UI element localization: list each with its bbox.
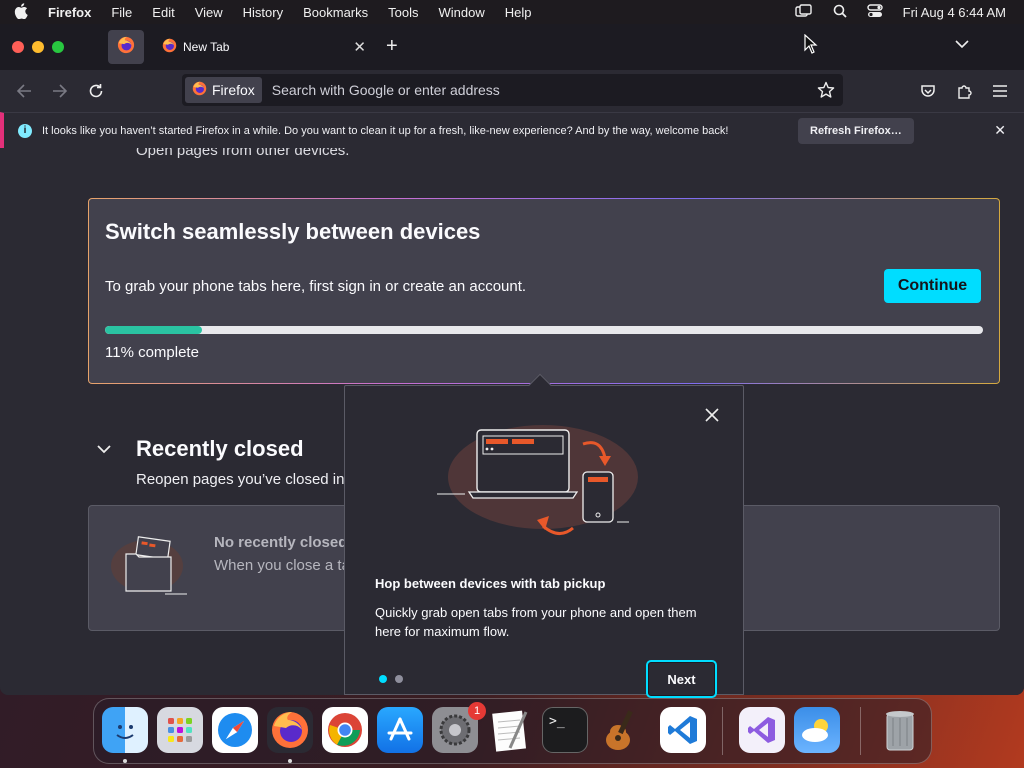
callout-title: Hop between devices with tab pickup (375, 576, 606, 591)
sync-card-body: To grab your phone tabs here, first sign… (105, 278, 527, 295)
close-tab-icon[interactable]: ✕ (353, 38, 366, 56)
close-notification-icon[interactable]: ✕ (994, 122, 1006, 139)
refresh-notification-bar: i It looks like you haven’t started Fire… (0, 112, 1024, 148)
tab-strip: New Tab ✕ + (0, 24, 1024, 70)
visual-studio-icon[interactable] (739, 707, 785, 753)
sync-card-title: Switch seamlessly between devices (105, 219, 481, 244)
reload-icon[interactable] (85, 80, 107, 102)
control-center-icon[interactable] (866, 3, 883, 21)
close-callout-icon[interactable] (705, 408, 719, 427)
menu-tools[interactable]: Tools (388, 5, 418, 20)
zoom-window-button[interactable] (52, 41, 64, 53)
garageband-icon[interactable] (597, 707, 643, 753)
info-icon: i (18, 123, 32, 138)
empty-state-body: When you close a tab, you can fetch it f… (214, 557, 346, 574)
identity-box[interactable]: Firefox (185, 77, 262, 103)
continue-button[interactable]: Continue (884, 269, 981, 303)
safari-icon[interactable] (212, 707, 258, 753)
menubar-clock[interactable]: Fri Aug 4 6:44 AM (903, 5, 1006, 20)
menu-bookmarks[interactable]: Bookmarks (303, 5, 368, 20)
progress-label: 11% complete (105, 344, 199, 361)
recently-closed-subtitle: Reopen pages you’ve closed in this windo… (136, 471, 346, 488)
terminal-icon[interactable]: >_ (542, 707, 588, 753)
empty-state-title: No recently closed tabs (214, 534, 346, 551)
callout-page-dots (379, 675, 403, 683)
list-all-tabs-chevron-icon[interactable] (954, 36, 972, 54)
pocket-icon[interactable] (917, 80, 939, 102)
tab-title: New Tab (183, 40, 230, 54)
sync-setup-card: Switch seamlessly between devices To gra… (88, 198, 1000, 384)
app-store-icon[interactable] (377, 707, 423, 753)
textedit-icon[interactable] (487, 707, 533, 753)
pinned-tab-firefox[interactable] (108, 30, 144, 64)
tab-pickup-subtitle: Open pages from other devices. (136, 148, 350, 159)
back-arrow-icon[interactable] (13, 80, 35, 102)
menu-edit[interactable]: Edit (152, 5, 174, 20)
close-window-button[interactable] (12, 41, 24, 53)
firefox-identity-icon (192, 81, 207, 99)
spotlight-search-icon[interactable] (833, 4, 847, 21)
devices-illustration-icon (433, 422, 643, 552)
chrome-icon[interactable] (322, 707, 368, 753)
notification-message: It looks like you haven’t started Firefo… (42, 124, 729, 137)
recently-closed-heading: Recently closed (136, 436, 304, 461)
page-dot-inactive[interactable] (395, 675, 403, 683)
menu-view[interactable]: View (195, 5, 223, 20)
apple-menu-icon[interactable] (14, 2, 28, 22)
weather-icon[interactable] (794, 707, 840, 753)
collapse-chevron-icon[interactable] (96, 442, 112, 460)
new-tab-plus-icon[interactable]: + (386, 36, 398, 56)
dock: 1 >_ (93, 698, 932, 764)
bookmark-star-icon[interactable] (817, 81, 835, 104)
tab-new-tab[interactable]: New Tab ✕ (150, 30, 376, 64)
address-bar[interactable]: Firefox Search with Google or enter addr… (182, 74, 843, 106)
extensions-puzzle-icon[interactable] (953, 80, 975, 102)
vscode-icon[interactable] (660, 707, 706, 753)
page-dot-active[interactable] (379, 675, 387, 683)
launchpad-icon[interactable] (157, 707, 203, 753)
menu-file[interactable]: File (111, 5, 132, 20)
menu-window[interactable]: Window (439, 5, 485, 20)
empty-folder-icon (109, 534, 191, 601)
tab-pickup-callout: Hop between devices with tab pickup Quic… (344, 373, 744, 698)
firefox-logo-icon (117, 36, 135, 59)
menu-help[interactable]: Help (505, 5, 532, 20)
setup-progress-fill (105, 326, 202, 334)
forward-arrow-icon[interactable] (49, 80, 71, 102)
firefox-favicon-icon (162, 38, 177, 56)
next-button[interactable]: Next (646, 660, 717, 698)
navigation-toolbar: Firefox Search with Google or enter addr… (0, 70, 1024, 112)
menu-bar: Firefox File Edit View History Bookmarks… (0, 0, 1024, 24)
trash-icon[interactable] (877, 707, 923, 753)
finder-icon[interactable] (102, 707, 148, 753)
settings-badge: 1 (468, 702, 486, 720)
callout-body: Quickly grab open tabs from your phone a… (375, 605, 697, 639)
screen-mirroring-icon[interactable] (794, 3, 813, 21)
menu-history[interactable]: History (243, 5, 283, 20)
menu-app-firefox[interactable]: Firefox (48, 5, 91, 20)
mouse-cursor-icon (804, 33, 818, 59)
refresh-firefox-button[interactable]: Refresh Firefox… (798, 118, 914, 144)
minimize-window-button[interactable] (32, 41, 44, 53)
hamburger-menu-icon[interactable] (989, 80, 1011, 102)
identity-label: Firefox (212, 82, 255, 98)
setup-progress-bar (105, 326, 983, 334)
firefox-icon[interactable] (267, 707, 313, 753)
address-placeholder[interactable]: Search with Google or enter address (272, 82, 500, 98)
